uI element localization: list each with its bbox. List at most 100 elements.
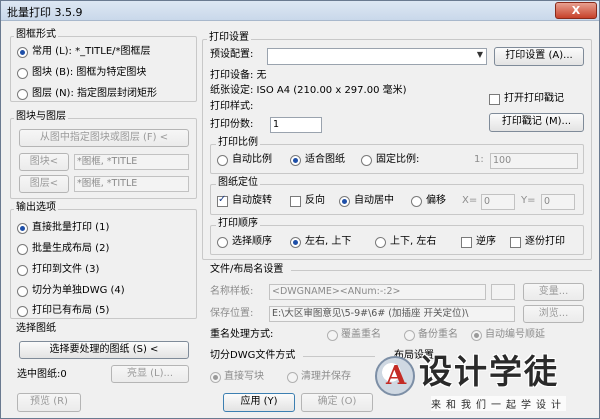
watermark-logo-icon: A	[375, 356, 415, 396]
paper-label: 纸张设定: ISO A4 (210.00 x 297.00 毫米)	[210, 85, 407, 96]
layer-select-button[interactable]: 图层<	[19, 175, 69, 193]
order-reverse-checkbox[interactable]	[461, 237, 472, 248]
apply-button[interactable]: 应用 (Y)	[223, 393, 295, 412]
stamp-checkbox[interactable]	[489, 94, 500, 105]
print-settings-title: 打印设置	[207, 32, 251, 44]
close-button[interactable]: X	[555, 2, 597, 19]
dup-autonumber-label[interactable]: 自动编号顺延	[485, 328, 545, 342]
block-layer-title: 图块与图层	[14, 111, 68, 123]
drawing-form-common-label[interactable]: 常用 (L): *_TITLE/*图框层	[32, 45, 151, 59]
save-path-input[interactable]: E:\大区审图意见\5-9#\6# (加插座 开关定位)\	[269, 306, 515, 322]
order-reverse-label[interactable]: 逆序	[476, 235, 496, 249]
auto-center-radio[interactable]	[339, 196, 350, 207]
dup-backup-radio[interactable]	[404, 330, 415, 341]
selected-count-label: 选中图纸:0	[17, 369, 67, 380]
watermark-logo-letter: A	[386, 361, 407, 391]
split-dwg-title: 切分DWG文件方式	[210, 350, 296, 361]
block-names-field[interactable]: *图框, *TITLE	[74, 154, 189, 170]
output-direct-print-radio[interactable]	[17, 223, 28, 234]
drawing-form-layer-label[interactable]: 图层 (N): 指定图层封闭矩形	[32, 87, 157, 101]
highlight-button[interactable]: 亮显 (L)...	[111, 365, 189, 383]
block-select-button[interactable]: 图块<	[19, 153, 69, 171]
watermark: A 设计学徒 来和我们一起学设计	[373, 352, 595, 414]
split-write-block-label[interactable]: 直接写块	[224, 370, 264, 384]
name-template-input[interactable]: <DWGNAME><ANum:-:2>	[269, 284, 486, 300]
by-copy-checkbox[interactable]	[510, 237, 521, 248]
window-title: 批量打印 3.5.9	[7, 6, 83, 19]
split-purge-save-label[interactable]: 清理并保存	[301, 370, 351, 384]
drawing-form-block-label[interactable]: 图块 (B): 图框为特定图块	[32, 66, 146, 80]
order-title: 打印顺序	[216, 218, 260, 230]
copies-label: 打印份数:	[210, 119, 254, 130]
scale-ratio-input[interactable]: 100	[490, 153, 578, 169]
offset-radio[interactable]	[411, 196, 422, 207]
output-split-dwg-radio[interactable]	[17, 286, 28, 297]
order-selection-label[interactable]: 选择顺序	[232, 235, 272, 249]
pick-block-layer-button[interactable]: 从图中指定图块或图层 (F) <	[19, 129, 189, 147]
dup-overwrite-radio[interactable]	[327, 330, 338, 341]
scale-fixed-radio[interactable]	[361, 155, 372, 166]
ok-button[interactable]: 确定 (O)	[301, 393, 373, 412]
variables-button[interactable]: 变量...	[523, 283, 584, 301]
output-existing-layouts-radio[interactable]	[17, 306, 28, 317]
order-lr-tb-label[interactable]: 左右, 上下	[305, 235, 351, 249]
browse-button[interactable]: 浏览...	[523, 305, 584, 323]
dup-backup-label[interactable]: 备份重名	[418, 328, 458, 342]
position-reverse-checkbox[interactable]	[290, 196, 301, 207]
name-template-extra-box[interactable]	[491, 284, 515, 300]
dup-overwrite-label[interactable]: 覆盖重名	[341, 328, 381, 342]
output-to-file-label[interactable]: 打印到文件 (3)	[32, 263, 99, 277]
title-bar: 批量打印 3.5.9 X	[1, 1, 599, 21]
drawing-form-block-radio[interactable]	[17, 68, 28, 79]
output-layouts-radio[interactable]	[17, 244, 28, 255]
order-selection-radio[interactable]	[217, 237, 228, 248]
copies-input[interactable]: 1	[270, 117, 322, 133]
preset-combo[interactable]: ▼	[267, 48, 487, 65]
file-naming-separator	[291, 270, 592, 271]
drawing-form-title: 图框形式	[14, 29, 58, 41]
scale-fit-radio[interactable]	[290, 155, 301, 166]
output-split-dwg-label[interactable]: 切分为单独DWG (4)	[32, 284, 125, 298]
stamp-checkbox-label[interactable]: 打开打印戳记	[504, 92, 564, 106]
device-label: 打印设备: 无	[210, 70, 267, 81]
select-drawings-button[interactable]: 选择要处理的图纸 (S) <	[19, 341, 189, 359]
by-copy-label[interactable]: 逐份打印	[525, 235, 565, 249]
order-tb-lr-label[interactable]: 上下, 左右	[390, 235, 436, 249]
output-existing-layouts-label[interactable]: 打印已有布局 (5)	[32, 304, 109, 318]
select-drawings-title: 选择图纸	[14, 323, 58, 335]
duplicate-name-label: 重名处理方式:	[210, 329, 274, 340]
watermark-title: 设计学徒	[419, 352, 559, 391]
offset-y-label: Y=	[521, 195, 536, 206]
scale-ratio-prefix: 1:	[474, 154, 484, 165]
scale-title: 打印比例	[216, 137, 260, 149]
scale-auto-label[interactable]: 自动比例	[232, 153, 272, 167]
split-purge-save-radio[interactable]	[287, 372, 298, 383]
order-tb-lr-radio[interactable]	[375, 237, 386, 248]
output-direct-print-label[interactable]: 直接批量打印 (1)	[32, 221, 109, 235]
print-settings-button[interactable]: 打印设置 (A)...	[494, 47, 584, 66]
preview-button[interactable]: 预览 (R)	[17, 393, 81, 412]
split-write-block-radio[interactable]	[210, 372, 221, 383]
print-stamp-button[interactable]: 打印戳记 (M)...	[489, 113, 584, 132]
order-lr-tb-radio[interactable]	[290, 237, 301, 248]
split-dwg-separator	[303, 356, 375, 357]
scale-auto-radio[interactable]	[217, 155, 228, 166]
drawing-form-layer-radio[interactable]	[17, 89, 28, 100]
offset-x-label: X=	[462, 195, 478, 206]
batch-print-window: 批量打印 3.5.9 X 图框形式 常用 (L): *_TITLE/*图框层 图…	[0, 0, 600, 419]
output-to-file-radio[interactable]	[17, 265, 28, 276]
layer-names-field[interactable]: *图框, *TITLE	[74, 176, 189, 192]
drawing-form-common-radio[interactable]	[17, 47, 28, 58]
save-path-label: 保存位置:	[210, 308, 254, 319]
auto-center-label[interactable]: 自动居中	[354, 194, 394, 208]
scale-fit-label[interactable]: 适合图纸	[305, 153, 345, 167]
offset-y-input[interactable]: 0	[541, 194, 575, 210]
offset-x-input[interactable]: 0	[481, 194, 515, 210]
dup-autonumber-radio[interactable]	[471, 330, 482, 341]
offset-label[interactable]: 偏移	[426, 194, 446, 208]
output-layouts-label[interactable]: 批量生成布局 (2)	[32, 242, 109, 256]
auto-rotate-checkbox[interactable]	[217, 194, 228, 207]
scale-fixed-label[interactable]: 固定比例:	[376, 153, 419, 167]
position-reverse-label[interactable]: 反向	[305, 194, 325, 208]
auto-rotate-label[interactable]: 自动旋转	[232, 194, 272, 208]
